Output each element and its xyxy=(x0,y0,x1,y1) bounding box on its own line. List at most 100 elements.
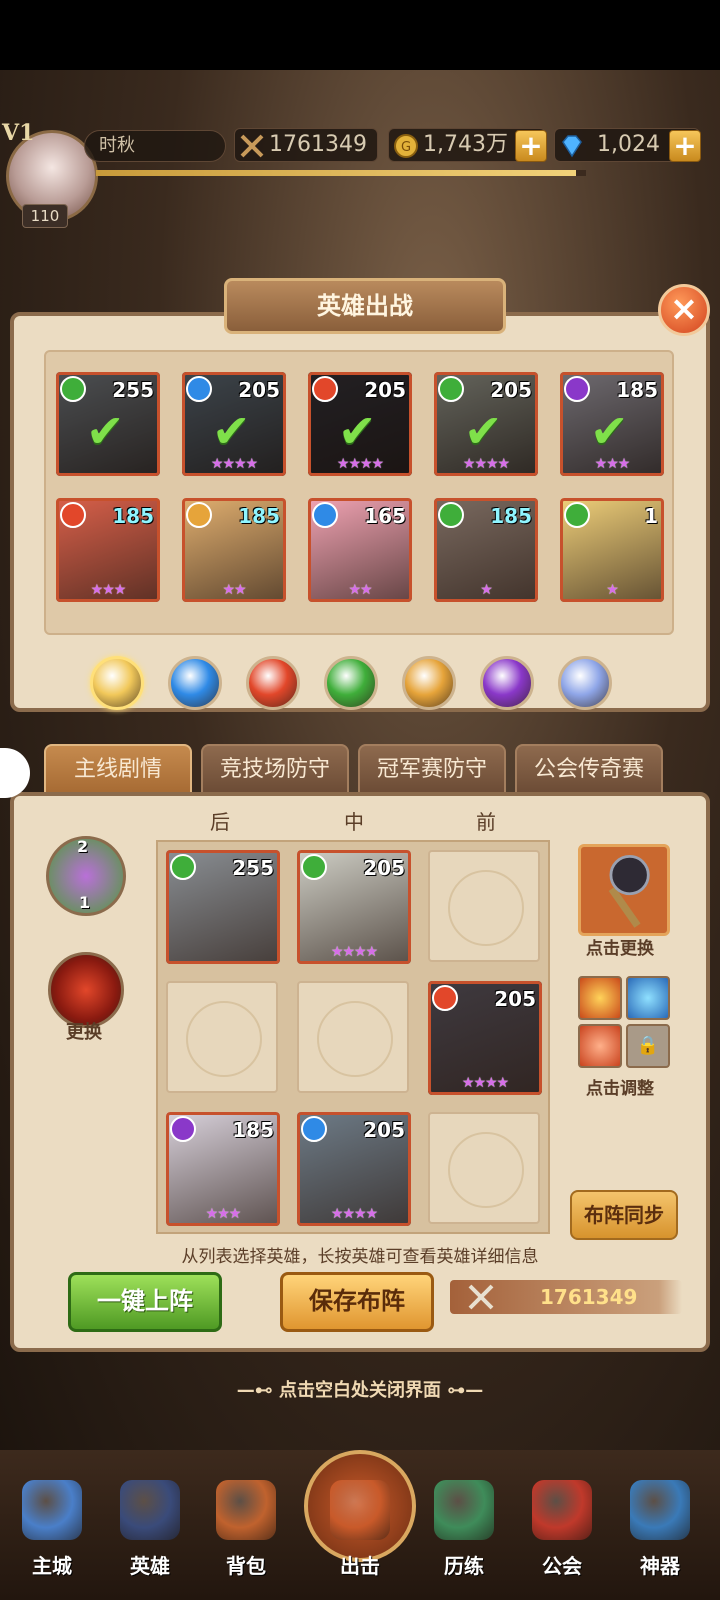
nav-item-4[interactable]: 历练 xyxy=(420,1480,508,1590)
gem-value: 1,024 xyxy=(597,132,660,157)
wind-element-icon xyxy=(60,376,86,402)
hero-card[interactable]: 185 ★★★ xyxy=(56,498,160,602)
hero-card[interactable]: 185 ★★★ xyxy=(166,1112,280,1226)
nav-label: 主城 xyxy=(32,1554,72,1578)
hero-level: 185 xyxy=(112,504,154,528)
nav-label: 出击 xyxy=(340,1554,380,1578)
selected-check-icon: ✔ xyxy=(590,404,629,458)
hero-card[interactable]: 165 ★★ xyxy=(308,498,412,602)
add-gold-button[interactable]: + xyxy=(515,130,547,162)
filter-void-icon[interactable] xyxy=(558,656,612,710)
hero-level: 255 xyxy=(112,378,154,402)
nav-label: 背包 xyxy=(226,1554,266,1578)
hero-stars: ★★ xyxy=(348,582,372,598)
hero-level: 205 xyxy=(363,856,405,880)
hero-card[interactable]: 185 ★★ xyxy=(182,498,286,602)
hero-card[interactable]: 255 ✔ xyxy=(56,372,160,476)
skill-slot-1[interactable] xyxy=(578,976,622,1020)
water-element-icon xyxy=(301,1116,327,1142)
filter-all-icon[interactable] xyxy=(90,656,144,710)
nav-item-5[interactable]: 公会 xyxy=(518,1480,606,1590)
column-label-mid: 中 xyxy=(344,810,364,834)
formation-swap-icon[interactable] xyxy=(48,952,124,1028)
game-screen: V1 110 时秋 1761349 G 1,743万 + 1,024 + 255… xyxy=(0,0,720,1600)
filter-fire-icon[interactable] xyxy=(246,656,300,710)
nav-2-icon xyxy=(216,1480,276,1540)
empty-slot[interactable] xyxy=(297,981,409,1093)
hero-card[interactable]: 205 ★★★★ xyxy=(428,981,542,1095)
nav-label: 神器 xyxy=(640,1554,680,1578)
wind-element-icon xyxy=(438,502,464,528)
filter-dark-icon[interactable] xyxy=(480,656,534,710)
hero-level: 185 xyxy=(490,504,532,528)
water-element-icon xyxy=(186,376,212,402)
hero-stars: ★★★★ xyxy=(210,456,258,472)
auto-deploy-button[interactable]: 一键上阵 xyxy=(68,1272,222,1332)
tab-0[interactable]: 主线剧情 xyxy=(44,744,192,796)
player-name[interactable]: 时秋 xyxy=(84,130,226,162)
exp-bar-fill xyxy=(96,170,577,176)
hero-level: 255 xyxy=(232,856,274,880)
skill-slot-2[interactable] xyxy=(626,976,670,1020)
nav-4-icon xyxy=(434,1480,494,1540)
fire-element-icon xyxy=(432,985,458,1011)
tab-3[interactable]: 公会传奇赛 xyxy=(515,744,663,796)
hero-stars: ★★★ xyxy=(594,456,631,472)
filter-water-icon[interactable] xyxy=(168,656,222,710)
filter-light-icon[interactable] xyxy=(402,656,456,710)
hero-stars: ★★★★ xyxy=(330,944,378,960)
tab-2[interactable]: 冠军赛防守 xyxy=(358,744,506,796)
hero-select-card: 255 ✔ 205 ★★★★ ✔ 205 ★★★★ ✔ 205 ★★★★ ✔ 185 ★★★ ✔ 185 ★★… xyxy=(10,312,710,712)
hero-card[interactable]: 205 ★★★★ xyxy=(297,1112,411,1226)
hero-card[interactable]: 205 ★★★★ ✔ xyxy=(308,372,412,476)
tab-1[interactable]: 竞技场防守 xyxy=(201,744,349,796)
filter-wind-icon[interactable] xyxy=(324,656,378,710)
power-resource: 1761349 xyxy=(234,128,378,162)
selected-check-icon: ✔ xyxy=(212,404,251,458)
hero-card[interactable]: 255 xyxy=(166,850,280,964)
player-level: 110 xyxy=(22,204,68,228)
nav-item-6[interactable]: 神器 xyxy=(616,1480,704,1590)
vip-badge: V1 xyxy=(2,120,35,146)
hero-card[interactable]: 205 ★★★★ xyxy=(297,850,411,964)
close-button[interactable]: × xyxy=(658,284,710,336)
empty-slot[interactable] xyxy=(428,1112,540,1224)
hero-card[interactable]: 205 ★★★★ ✔ xyxy=(182,372,286,476)
skill-slot-3[interactable] xyxy=(578,1024,622,1068)
weapon-label: 点击更换 xyxy=(586,939,654,959)
tap-outside-hint: —⊷ 点击空白处关闭界面 ⊶— xyxy=(236,1380,484,1401)
nav-item-1[interactable]: 英雄 xyxy=(106,1480,194,1590)
hero-stars: ★★★ xyxy=(90,582,127,598)
weapon-slot[interactable] xyxy=(578,844,670,936)
diamond-icon xyxy=(562,135,582,158)
lock-icon: 🔒 xyxy=(626,1024,670,1068)
hero-card[interactable]: 205 ★★★★ ✔ xyxy=(434,372,538,476)
power-value: 1761349 xyxy=(269,132,367,157)
nav-item-0[interactable]: 主城 xyxy=(8,1480,96,1590)
nav-item-2[interactable]: 背包 xyxy=(202,1480,290,1590)
crossed-swords-icon xyxy=(468,1284,494,1310)
sync-formation-button[interactable]: 布阵同步 xyxy=(570,1190,678,1240)
add-gem-button[interactable]: + xyxy=(669,130,701,162)
empty-slot[interactable] xyxy=(166,981,278,1093)
hero-card[interactable]: 185 ★★★ ✔ xyxy=(560,372,664,476)
nav-label: 历练 xyxy=(444,1554,484,1578)
save-formation-button[interactable]: 保存布阵 xyxy=(280,1272,434,1332)
formation-counter-icon[interactable]: 2 1 xyxy=(46,836,126,916)
mace-icon xyxy=(608,854,650,928)
hero-card[interactable]: 185 ★ xyxy=(434,498,538,602)
nav-item-3[interactable]: 出击 xyxy=(316,1480,404,1590)
water-element-icon xyxy=(312,502,338,528)
hero-level: 165 xyxy=(364,504,406,528)
hero-list: 255 ✔ 205 ★★★★ ✔ 205 ★★★★ ✔ 205 ★★★★ ✔ 185 ★★★ ✔ 185 ★★… xyxy=(44,350,674,635)
column-label-back: 后 xyxy=(210,810,230,834)
wind-element-icon xyxy=(301,854,327,880)
hero-card[interactable]: 1 ★ xyxy=(560,498,664,602)
nav-1-icon xyxy=(120,1480,180,1540)
gem-resource: 1,024 + xyxy=(554,128,701,162)
panel-title: 英雄出战 xyxy=(224,278,506,334)
dark-element-icon xyxy=(170,1116,196,1142)
empty-slot[interactable] xyxy=(428,850,540,962)
hero-level: 185 xyxy=(232,1118,274,1142)
selected-check-icon: ✔ xyxy=(338,404,377,458)
